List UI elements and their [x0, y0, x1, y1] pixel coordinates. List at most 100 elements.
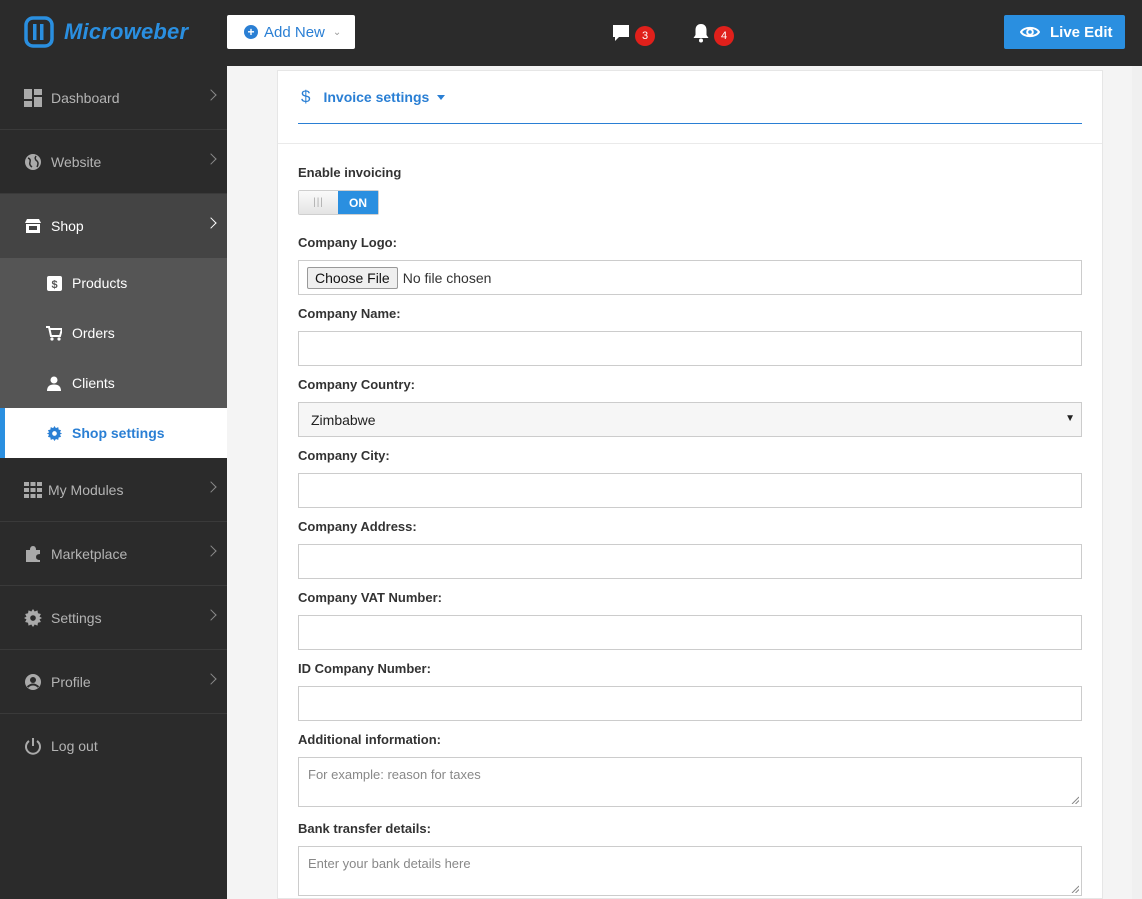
- invoice-settings-header[interactable]: $ Invoice settings: [298, 71, 1082, 124]
- caret-down-icon: [437, 94, 446, 100]
- chevron-right-icon: [205, 545, 217, 557]
- sidebar-item-shop-settings[interactable]: Shop settings: [0, 408, 227, 458]
- svg-text:$: $: [51, 279, 57, 291]
- shop-submenu: $ Products Orders Clients Shop settings: [0, 258, 227, 458]
- dropdown-arrow-icon: ▼: [1065, 413, 1075, 424]
- sidebar-item-label: Log out: [51, 738, 98, 754]
- company-address-label: Company Address:: [298, 519, 417, 534]
- product-icon: $: [46, 275, 62, 291]
- file-status: No file chosen: [402, 269, 492, 286]
- brand-logo[interactable]: Microweber: [24, 15, 188, 49]
- sidebar-item-profile[interactable]: Profile: [0, 650, 227, 714]
- selected-country: Zimbabwe: [311, 411, 376, 428]
- microweber-logo-icon: [24, 16, 54, 48]
- chevron-down-icon: ⌄: [332, 26, 342, 38]
- add-new-label: Add New: [264, 23, 325, 41]
- dashboard-icon: [23, 88, 43, 108]
- notifications-badge: 4: [714, 26, 734, 46]
- live-edit-label: Live Edit: [1050, 23, 1113, 41]
- chevron-right-icon: [205, 217, 217, 229]
- bank-transfer-label: Bank transfer details:: [298, 821, 431, 836]
- company-logo-field: Choose File No file chosen: [298, 260, 1082, 295]
- additional-info-label: Additional information:: [298, 732, 441, 747]
- sidebar-item-label: My Modules: [48, 481, 124, 498]
- notifications-button[interactable]: 4: [692, 20, 734, 46]
- company-country-select[interactable]: Zimbabwe ▼: [298, 402, 1082, 437]
- sidebar-item-label: Website: [51, 153, 102, 170]
- chevron-right-icon: [205, 153, 217, 165]
- sub-item-label: Clients: [72, 375, 115, 391]
- company-city-label: Company City:: [298, 448, 390, 463]
- additional-info-textarea[interactable]: For example: reason for taxes: [298, 757, 1082, 807]
- resize-grip-icon[interactable]: [1071, 796, 1079, 804]
- sidebar-item-marketplace[interactable]: Marketplace: [0, 522, 227, 586]
- sidebar-item-products[interactable]: $ Products: [0, 258, 227, 308]
- cart-icon: [46, 325, 62, 341]
- company-city-input[interactable]: [298, 473, 1082, 508]
- comment-icon: [613, 25, 629, 41]
- brand-name: Microweber: [64, 19, 189, 44]
- additional-info-placeholder: For example: reason for taxes: [308, 767, 481, 782]
- company-address-input[interactable]: [298, 544, 1082, 579]
- chevron-right-icon: [205, 609, 217, 621]
- add-new-button[interactable]: + Add New ⌄: [227, 15, 355, 49]
- dollar-icon: $: [301, 87, 311, 106]
- id-company-number-input[interactable]: [298, 686, 1082, 721]
- bank-transfer-placeholder: Enter your bank details here: [308, 856, 471, 871]
- chevron-right-icon: [205, 481, 217, 493]
- divider: [278, 143, 1102, 144]
- sidebar-item-label: Shop: [51, 218, 84, 234]
- toggle-on-label: ON: [338, 191, 378, 214]
- company-vat-label: Company VAT Number:: [298, 590, 442, 605]
- invoice-settings-panel: $ Invoice settings Enable invoicing ||| …: [277, 70, 1103, 899]
- sidebar-item-my-modules[interactable]: My Modules: [0, 458, 227, 522]
- sub-item-label: Shop settings: [72, 425, 165, 441]
- person-icon: [46, 375, 62, 391]
- sidebar-item-label: Dashboard: [51, 89, 120, 106]
- company-vat-input[interactable]: [298, 615, 1082, 650]
- sidebar-item-settings[interactable]: Settings: [0, 586, 227, 650]
- company-name-input[interactable]: [298, 331, 1082, 366]
- top-bar: Microweber + Add New ⌄ 3 4 Live Edit: [0, 0, 1142, 66]
- store-icon: [23, 216, 43, 236]
- power-icon: [23, 736, 43, 756]
- bank-transfer-textarea[interactable]: Enter your bank details here: [298, 846, 1082, 896]
- sidebar-item-logout[interactable]: Log out: [0, 714, 227, 778]
- chevron-right-icon: [205, 89, 217, 101]
- puzzle-icon: [23, 544, 43, 564]
- toggle-handle: |||: [299, 191, 338, 214]
- comments-badge: 3: [635, 26, 655, 46]
- plus-circle-icon: +: [244, 25, 258, 39]
- sidebar-item-shop[interactable]: Shop: [0, 194, 227, 258]
- sidebar-item-dashboard[interactable]: Dashboard: [0, 66, 227, 130]
- enable-invoicing-toggle[interactable]: ||| ON: [298, 190, 379, 215]
- panel-title: Invoice settings: [323, 89, 430, 105]
- resize-grip-icon[interactable]: [1071, 885, 1079, 893]
- company-country-label: Company Country:: [298, 377, 415, 392]
- sub-item-label: Orders: [72, 325, 115, 341]
- live-edit-button[interactable]: Live Edit: [1004, 15, 1125, 49]
- eye-icon: [1020, 26, 1040, 38]
- choose-file-button[interactable]: Choose File: [307, 266, 398, 289]
- comments-button[interactable]: 3: [611, 20, 655, 46]
- sidebar-item-label: Marketplace: [51, 545, 128, 562]
- sidebar-item-orders[interactable]: Orders: [0, 308, 227, 358]
- id-company-number-label: ID Company Number:: [298, 661, 431, 676]
- user-circle-icon: [23, 672, 43, 692]
- gear-icon: [46, 425, 62, 441]
- sidebar: Dashboard Website Shop $ Products Orders: [0, 66, 227, 899]
- company-name-label: Company Name:: [298, 306, 401, 321]
- globe-icon: [23, 152, 43, 172]
- sidebar-item-label: Settings: [51, 609, 102, 626]
- sidebar-item-label: Profile: [51, 673, 91, 690]
- company-logo-label: Company Logo:: [298, 235, 397, 250]
- chevron-right-icon: [205, 673, 217, 685]
- grid-icon: [23, 480, 43, 500]
- gear-icon: [23, 608, 43, 628]
- enable-invoicing-label: Enable invoicing: [298, 165, 402, 180]
- sub-item-label: Products: [72, 275, 128, 291]
- scrollbar-track[interactable]: [1132, 66, 1142, 899]
- sidebar-item-website[interactable]: Website: [0, 130, 227, 194]
- bell-icon: [693, 24, 709, 43]
- sidebar-item-clients[interactable]: Clients: [0, 358, 227, 408]
